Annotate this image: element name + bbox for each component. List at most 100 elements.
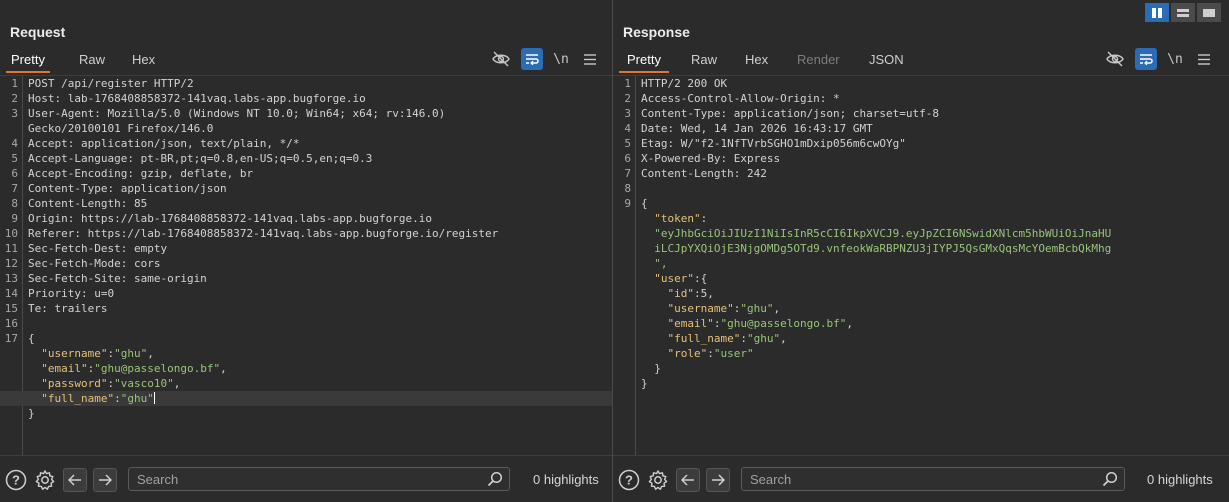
code-text: Gecko/20100101 Firefox/146.0 [28,122,214,135]
line-number: 7 [11,182,18,195]
code-text: X-Powered-By: Express [641,152,781,165]
code-line[interactable]: 2 Access-Control-Allow-Origin: * [613,91,1229,106]
code-line[interactable]: 14 Priority: u=0 [0,286,612,301]
code-line[interactable]: 17 { [0,331,612,346]
response-tab-raw[interactable]: Raw [691,49,717,73]
code-line[interactable]: 2 Host: lab-1768408858372-141vaq.labs-app… [0,91,612,106]
code-text: "username":"ghu", [667,302,781,315]
code-line[interactable]: 11 Sec-Fetch-Dest: empty [0,241,612,256]
word-wrap-icon[interactable] [521,48,543,70]
newline-icon[interactable]: \n [1164,48,1186,70]
code-text: { [641,197,648,210]
code-line[interactable]: 10 Referer: https://lab-1768408858372-141… [0,226,612,241]
request-tab-raw[interactable]: Raw [79,49,105,73]
code-line[interactable]: Gecko/20100101 Firefox/146.0 [0,121,612,136]
layout-tabs-icon[interactable] [1197,3,1221,22]
code-line[interactable]: "username":"ghu", [0,346,612,361]
code-line[interactable]: 1 HTTP/2 200 OK [613,76,1229,91]
code-line[interactable]: } [613,361,1229,376]
word-wrap-icon[interactable] [1135,48,1157,70]
response-tab-render[interactable]: Render [797,49,840,73]
code-line[interactable]: 16 [0,316,612,331]
code-text: Etag: W/"f2-1NfTVrbSGHO1mDxip056m6cwOYg" [641,137,906,150]
code-line[interactable]: iLCJpYXQiOjE3NjgOMDg5OTd9.vnfeokWaRBPNZU… [613,241,1229,256]
code-line[interactable]: } [0,406,612,421]
code-line[interactable]: 8 Content-Length: 85 [0,196,612,211]
code-line[interactable]: 6 Accept-Encoding: gzip, deflate, br [0,166,612,181]
back-arrow-icon[interactable] [676,468,700,492]
code-line[interactable]: 13 Sec-Fetch-Site: same-origin [0,271,612,286]
response-tab-hex[interactable]: Hex [745,49,768,73]
help-icon[interactable]: ? [617,468,641,492]
request-search-box [128,467,510,491]
code-text: Sec-Fetch-Mode: cors [28,257,161,270]
line-number: 7 [624,167,631,180]
code-line[interactable]: "email":"ghu@passelongo.bf", [0,361,612,376]
request-search-input[interactable] [129,468,481,490]
search-icon[interactable] [1102,471,1118,492]
code-text: "full_name":"ghu" [41,392,155,405]
code-line[interactable]: "role":"user" [613,346,1229,361]
layout-side-by-side-icon[interactable] [1145,3,1169,22]
request-bottom-bar: ? 0 highlights [0,455,612,502]
code-line[interactable]: 3 User-Agent: Mozilla/5.0 (Windows NT 10.… [0,106,612,121]
line-number: 1 [11,77,18,90]
code-line[interactable]: 1 POST /api/register HTTP/2 [0,76,612,91]
gear-icon[interactable] [646,468,670,492]
layout-stacked-icon[interactable] [1171,3,1195,22]
help-icon[interactable]: ? [4,468,28,492]
code-line[interactable]: "username":"ghu", [613,301,1229,316]
line-number: 9 [11,212,18,225]
request-tab-hex[interactable]: Hex [132,49,155,73]
response-search-input[interactable] [742,468,1096,490]
eye-off-icon[interactable] [1104,48,1126,70]
request-tab-pretty[interactable]: Pretty [6,49,50,73]
forward-arrow-icon[interactable] [706,468,730,492]
code-text: ", [641,257,668,270]
code-line[interactable]: "full_name":"ghu", [613,331,1229,346]
line-number: 3 [624,107,631,120]
response-editor[interactable]: 1 HTTP/2 200 OK 2 Access-Control-Allow-Orig… [613,75,1229,455]
code-line[interactable]: 5 Etag: W/"f2-1NfTVrbSGHO1mDxip056m6cwOYg… [613,136,1229,151]
code-line[interactable]: ", [613,256,1229,271]
search-icon[interactable] [487,471,503,492]
code-line[interactable]: 4 Accept: application/json, text/plain, *… [0,136,612,151]
code-line[interactable]: 12 Sec-Fetch-Mode: cors [0,256,612,271]
code-line[interactable]: 7 Content-Length: 242 [613,166,1229,181]
hamburger-menu-icon[interactable] [1193,48,1215,70]
response-tab-jwt[interactable]: JSON Web Token [869,49,904,111]
newline-icon[interactable]: \n [550,48,572,70]
eye-off-icon[interactable] [490,48,512,70]
code-line[interactable]: "token": [613,211,1229,226]
forward-arrow-icon[interactable] [93,468,117,492]
request-editor[interactable]: 1 POST /api/register HTTP/2 2 Host: lab-176… [0,75,612,455]
code-line[interactable]: 8 [613,181,1229,196]
back-arrow-icon[interactable] [63,468,87,492]
gear-icon[interactable] [33,468,57,492]
line-number: 2 [624,92,631,105]
code-text: User-Agent: Mozilla/5.0 (Windows NT 10.0… [28,107,446,120]
code-line[interactable]: "eyJhbGciOiJIUzI1NiIsInR5cCI6IkpXVCJ9.ey… [613,226,1229,241]
code-line[interactable]: 9 Origin: https://lab-1768408858372-141va… [0,211,612,226]
code-line[interactable]: 4 Date: Wed, 14 Jan 2026 16:43:17 GMT [613,121,1229,136]
code-line[interactable]: "password":"vasco10", [0,376,612,391]
code-line[interactable]: 9{ [613,196,1229,211]
response-tab-pretty[interactable]: Pretty [619,49,669,73]
response-title: Response [623,24,690,40]
hamburger-menu-icon[interactable] [579,48,601,70]
code-line[interactable]: "id":5, [613,286,1229,301]
code-line[interactable]: 5 Accept-Language: pt-BR,pt;q=0.8,en-US;q… [0,151,612,166]
request-pane: Request Pretty Raw Hex \n 1 POST /api/reg… [0,0,612,502]
line-number: 11 [4,242,18,255]
code-line[interactable]: 15 Te: trailers [0,301,612,316]
code-line[interactable]: "user":{ [613,271,1229,286]
code-text: Content-Length: 242 [641,167,767,180]
code-line[interactable]: 3 Content-Type: application/json; charset… [613,106,1229,121]
request-toolbar: \n [490,48,601,70]
code-line[interactable]: 7 Content-Type: application/json [0,181,612,196]
code-line[interactable]: "email":"ghu@passelongo.bf", [613,316,1229,331]
code-line[interactable]: } [613,376,1229,391]
code-line[interactable]: "full_name":"ghu" [0,391,612,406]
code-text: "token": [654,212,708,225]
code-line[interactable]: 6 X-Powered-By: Express [613,151,1229,166]
